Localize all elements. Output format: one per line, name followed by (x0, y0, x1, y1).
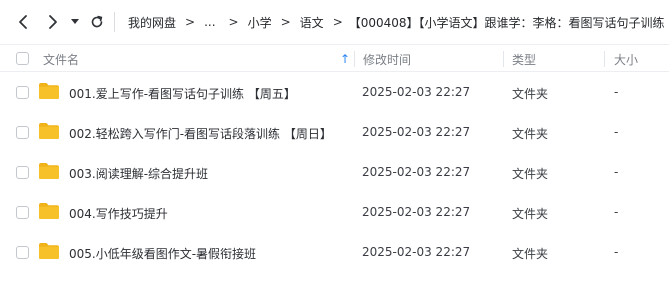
modified-time: 2025-02-03 22:27 (362, 165, 471, 179)
column-divider[interactable] (604, 51, 605, 67)
file-name[interactable]: 002.轻松跨入写作门-看图写话段落训练 【周日】 (69, 125, 332, 142)
breadcrumb-separator: > (185, 15, 196, 29)
row-checkbox[interactable] (16, 246, 29, 259)
file-size: - (614, 85, 619, 99)
sort-ascending-icon[interactable]: ↑ (340, 52, 350, 66)
breadcrumb-item-current[interactable]: 【000408】【小学语文】跟谁学：李格：看图写话句子训练 (349, 14, 665, 31)
modified-time: 2025-02-03 22:27 (362, 245, 471, 259)
forward-button[interactable] (42, 10, 64, 34)
toolbar-divider (114, 12, 115, 32)
folder-icon (39, 203, 59, 219)
table-row[interactable]: 002.轻松跨入写作门-看图写话段落训练 【周日】 2025-02-03 22:… (0, 112, 669, 152)
file-type: 文件夹 (512, 127, 549, 141)
modified-time: 2025-02-03 22:27 (362, 125, 471, 139)
file-size: - (614, 205, 619, 219)
refresh-icon (91, 15, 103, 28)
file-type: 文件夹 (512, 247, 549, 261)
table-row[interactable]: 005.小低年级看图作文-暑假衔接班 2025-02-03 22:27 文件夹 … (0, 232, 669, 272)
history-dropdown[interactable] (66, 10, 84, 34)
breadcrumb-separator: > (228, 15, 239, 29)
folder-icon (39, 123, 59, 139)
chevron-left-icon (19, 15, 27, 29)
column-divider[interactable] (354, 51, 355, 67)
breadcrumb-separator: > (332, 15, 343, 29)
row-checkbox[interactable] (16, 126, 29, 139)
back-button[interactable] (12, 10, 34, 34)
row-checkbox[interactable] (16, 206, 29, 219)
modified-time: 2025-02-03 22:27 (362, 85, 471, 99)
breadcrumb: 我的网盘 > ... > 小学 > 语文 > 【000408】【小学语文】跟谁学… (128, 0, 669, 44)
file-type: 文件夹 (512, 167, 549, 181)
breadcrumb-item-home[interactable]: 我的网盘 (128, 14, 176, 31)
column-header-size[interactable]: 大小 (614, 51, 638, 68)
folder-icon (39, 83, 59, 99)
breadcrumb-item-chinese[interactable]: 语文 (300, 14, 324, 31)
breadcrumb-separator: > (280, 15, 291, 29)
file-size: - (614, 125, 619, 139)
refresh-button[interactable] (86, 10, 108, 34)
table-row[interactable]: 004.写作技巧提升 2025-02-03 22:27 文件夹 - (0, 192, 669, 232)
folder-icon (39, 243, 59, 259)
file-name[interactable]: 001.爱上写作-看图写话句子训练 【周五】 (69, 85, 296, 102)
file-type: 文件夹 (512, 87, 549, 101)
file-type: 文件夹 (512, 207, 549, 221)
file-name[interactable]: 004.写作技巧提升 (69, 205, 168, 222)
column-header-type[interactable]: 类型 (512, 51, 536, 68)
chevron-right-icon (49, 15, 57, 29)
row-checkbox[interactable] (16, 166, 29, 179)
breadcrumb-item-primary[interactable]: 小学 (248, 14, 272, 31)
table-row[interactable]: 001.爱上写作-看图写话句子训练 【周五】 2025-02-03 22:27 … (0, 72, 669, 112)
breadcrumb-item-ellipsis[interactable]: ... (204, 15, 215, 29)
column-header-name[interactable]: 文件名 (43, 51, 79, 68)
column-header-modified[interactable]: 修改时间 (363, 51, 411, 68)
file-name[interactable]: 005.小低年级看图作文-暑假衔接班 (69, 245, 256, 262)
toolbar: 我的网盘 > ... > 小学 > 语文 > 【000408】【小学语文】跟谁学… (0, 0, 669, 44)
file-name[interactable]: 003.阅读理解-综合提升班 (69, 165, 208, 182)
file-size: - (614, 245, 619, 259)
row-checkbox[interactable] (16, 86, 29, 99)
column-divider[interactable] (503, 51, 504, 67)
select-all-checkbox[interactable] (16, 52, 29, 65)
file-size: - (614, 165, 619, 179)
folder-icon (39, 163, 59, 179)
caret-down-icon (71, 19, 79, 24)
table-header: 文件名 ↑ 修改时间 类型 大小 (0, 44, 669, 72)
modified-time: 2025-02-03 22:27 (362, 205, 471, 219)
table-row[interactable]: 003.阅读理解-综合提升班 2025-02-03 22:27 文件夹 - (0, 152, 669, 192)
